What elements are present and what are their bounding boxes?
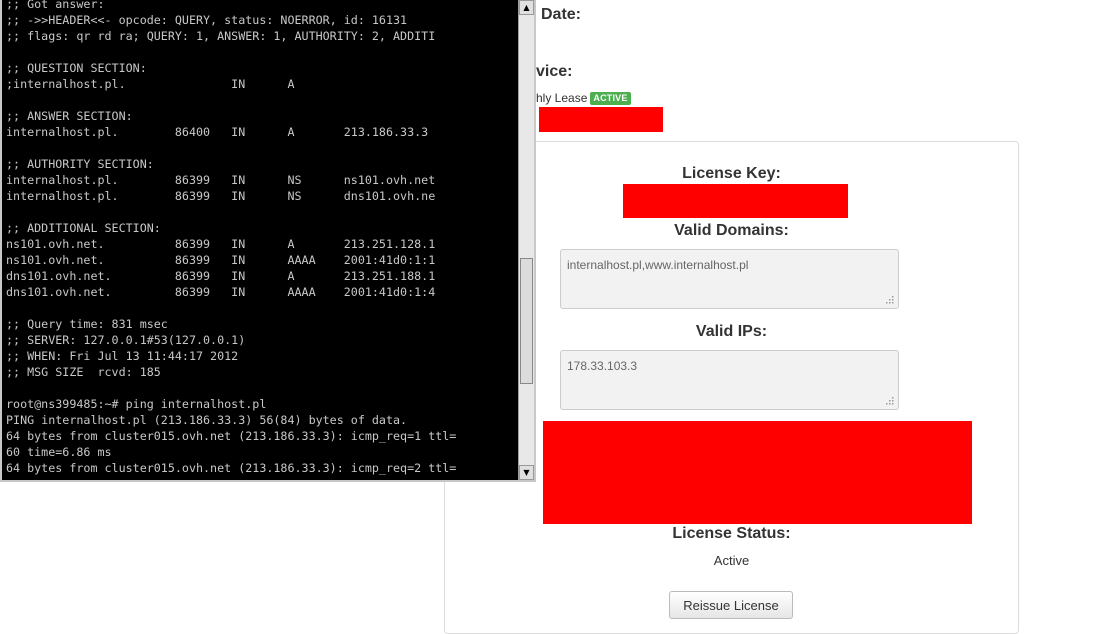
- terminal-line: PING internalhost.pl (213.186.33.3) 56(8…: [6, 413, 408, 427]
- terminal-line: ;; Got answer:: [6, 0, 105, 11]
- redacted-block-large: [543, 421, 972, 524]
- terminal-line: ;; QUESTION SECTION:: [6, 61, 147, 75]
- terminal-line: ;; WHEN: Fri Jul 13 11:44:17 2012: [6, 349, 239, 363]
- scroll-down-button[interactable]: ▼: [519, 465, 534, 480]
- terminal-line: internalhost.pl. 86399 IN NS dns101.ovh.…: [6, 189, 436, 203]
- resize-grip-icon[interactable]: [884, 294, 894, 304]
- terminal-line: ;; ->>HEADER<<- opcode: QUERY, status: N…: [6, 13, 408, 27]
- terminal-output: ;; Got answer: ;; ->>HEADER<<- opcode: QU…: [6, 0, 520, 476]
- terminal-line: 64 bytes from cluster015.ovh.net (213.18…: [6, 429, 457, 443]
- terminal-line: root@ns399485:~# ping internalhost.pl: [6, 397, 267, 411]
- scrollbar-thumb[interactable]: [520, 258, 533, 384]
- valid-domains-field[interactable]: internalhost.pl,www.internalhost.pl: [560, 249, 899, 309]
- status-badge: ACTIVE: [590, 91, 631, 105]
- triangle-up-icon: ▲: [523, 3, 530, 12]
- redacted-block-service: [539, 107, 663, 132]
- service-lease-line: hly Lease ACTIVE: [536, 91, 631, 105]
- terminal-line: ;; ADDITIONAL SECTION:: [6, 221, 161, 235]
- terminal-line: ;; AUTHORITY SECTION:: [6, 157, 154, 171]
- terminal-line: 60 time=6.86 ms: [6, 445, 112, 459]
- terminal-scrollbar[interactable]: ▲ ▼: [518, 0, 534, 480]
- valid-domains-value: internalhost.pl,www.internalhost.pl: [567, 258, 749, 272]
- terminal-line: ;; ANSWER SECTION:: [6, 109, 133, 123]
- valid-ips-field[interactable]: 178.33.103.3: [560, 350, 899, 410]
- terminal-line: ;; flags: qr rd ra; QUERY: 1, ANSWER: 1,…: [6, 29, 436, 43]
- valid-ips-value: 178.33.103.3: [567, 359, 638, 373]
- terminal-line: internalhost.pl. 86399 IN NS ns101.ovh.n…: [6, 173, 436, 187]
- terminal-line: dns101.ovh.net. 86399 IN AAAA 2001:41d0:…: [6, 285, 436, 299]
- license-status-value: Active: [713, 553, 750, 568]
- triangle-down-icon: ▼: [523, 468, 530, 477]
- service-label: vice:: [536, 63, 573, 80]
- terminal-line: ;; MSG SIZE rcvd: 185: [6, 365, 161, 379]
- resize-grip-icon[interactable]: [884, 395, 894, 405]
- terminal-line: dns101.ovh.net. 86399 IN A 213.251.188.1: [6, 269, 436, 283]
- scroll-up-button[interactable]: ▲: [519, 0, 534, 15]
- terminal-line: 64 bytes from cluster015.ovh.net (213.18…: [6, 461, 457, 475]
- terminal-window[interactable]: ;; Got answer: ;; ->>HEADER<<- opcode: QU…: [0, 0, 536, 482]
- next-due-date-label: Date:: [541, 6, 582, 23]
- terminal-line: ns101.ovh.net. 86399 IN A 213.251.128.1: [6, 237, 436, 251]
- reissue-license-button[interactable]: Reissue License: [669, 591, 793, 619]
- terminal-line: internalhost.pl. 86400 IN A 213.186.33.3: [6, 125, 429, 139]
- terminal-line: ns101.ovh.net. 86399 IN AAAA 2001:41d0:1…: [6, 253, 436, 267]
- license-status-label: License Status:: [672, 525, 791, 542]
- terminal-line: ;; Query time: 831 msec: [6, 317, 168, 331]
- redacted-license-key: [623, 184, 848, 218]
- lease-text: hly Lease: [536, 91, 588, 105]
- terminal-line: ;; SERVER: 127.0.0.1#53(127.0.0.1): [6, 333, 246, 347]
- terminal-line: ;internalhost.pl. IN A: [6, 77, 295, 91]
